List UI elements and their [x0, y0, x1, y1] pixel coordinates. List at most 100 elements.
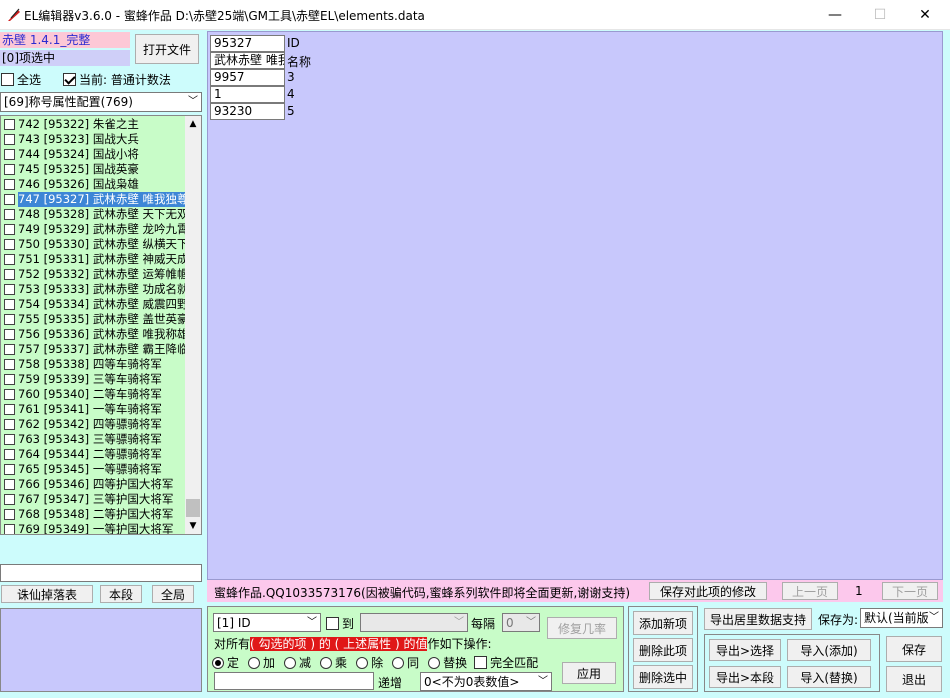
list-item-checkbox[interactable]: [4, 374, 15, 385]
list-item-checkbox[interactable]: [4, 344, 15, 355]
maximize-button[interactable]: ☐: [857, 0, 903, 30]
desc-prefix: 对所有: [214, 637, 251, 651]
list-item-label: 764 [95344] 二等骠骑将军: [18, 447, 162, 461]
list-item-checkbox[interactable]: [4, 509, 15, 520]
field-5[interactable]: 93230: [210, 103, 285, 120]
import-replace-button[interactable]: 导入(替换): [787, 666, 871, 688]
list-item-checkbox[interactable]: [4, 389, 15, 400]
list-item-checkbox[interactable]: [4, 284, 15, 295]
list-item-checkbox[interactable]: [4, 119, 15, 130]
list-item-label: 757 [95337] 武林赤壁 霸王降临: [18, 342, 189, 356]
chevron-down-icon: ﹀: [307, 617, 317, 628]
op-replace-radio[interactable]: [428, 656, 441, 669]
list-item-label: 760 [95340] 二等车骑将军: [18, 387, 162, 401]
to-select[interactable]: ﹀: [360, 613, 468, 632]
list-item-checkbox[interactable]: [4, 194, 15, 205]
list-item-checkbox[interactable]: [4, 299, 15, 310]
list-item-label: 766 [95346] 四等护国大将军: [18, 477, 174, 491]
export-section-button[interactable]: 导出>本段: [709, 666, 781, 688]
list-item-label: 748 [95328] 武林赤壁 天下无双: [18, 207, 189, 221]
select-all-box[interactable]: [1, 72, 14, 86]
increment-input[interactable]: [214, 672, 374, 690]
op-sub-radio[interactable]: [284, 656, 297, 669]
exit-button[interactable]: 退出: [886, 666, 942, 692]
list-item-checkbox[interactable]: [4, 149, 15, 160]
prev-page-button[interactable]: 上一页: [782, 582, 838, 600]
to-box[interactable]: [326, 617, 339, 630]
save-as-select[interactable]: 默认(当前版 ﹀: [860, 608, 943, 628]
current-notation-box[interactable]: [63, 72, 76, 86]
import-export-group: 导出>选择 导入(添加) 导出>本段 导入(替换): [704, 634, 880, 692]
list-item-checkbox[interactable]: [4, 524, 15, 534]
full-match-box[interactable]: [474, 656, 488, 669]
increment-select[interactable]: 0<不为0表数值> ﹀: [420, 672, 552, 691]
batch-field-select[interactable]: [1] ID ﹀: [213, 613, 321, 632]
op-add-radio[interactable]: [248, 656, 261, 669]
item-list[interactable]: 742 [95322] 朱雀之主 743 [95323] 国战大兵 744 [953…: [0, 115, 202, 535]
repair-rate-button[interactable]: 修复几率: [547, 617, 617, 639]
op-div-radio[interactable]: [356, 656, 369, 669]
save-button[interactable]: 保存: [886, 636, 942, 662]
field-3[interactable]: 9957: [210, 69, 285, 86]
op-same-radio[interactable]: [392, 656, 405, 669]
select-all-checkbox[interactable]: 全选: [1, 71, 41, 87]
status-text: 蜜蜂作品.QQ1033573176(因被骗代码,蜜蜂系列软件即将全面更新,谢谢支…: [214, 586, 631, 600]
list-item-label: 750 [95330] 武林赤壁 纵横天下: [18, 237, 189, 251]
export-support-button[interactable]: 导出居里数据支持: [704, 608, 812, 630]
global-button[interactable]: 全局: [152, 585, 194, 603]
chevron-down-icon: ﹀: [454, 617, 464, 628]
list-item-checkbox[interactable]: [4, 269, 15, 280]
current-notation-checkbox[interactable]: 当前: 普通计数法: [63, 71, 171, 87]
list-item-checkbox[interactable]: [4, 179, 15, 190]
list-item-checkbox[interactable]: [4, 239, 15, 250]
delete-this-button[interactable]: 删除此项: [633, 638, 693, 662]
chevron-down-icon: ﹀: [526, 617, 536, 628]
field-4[interactable]: 1: [210, 86, 285, 103]
interval-select[interactable]: 0 ﹀: [502, 613, 540, 632]
list-item-checkbox[interactable]: [4, 464, 15, 475]
list-item-checkbox[interactable]: [4, 404, 15, 415]
list-item-checkbox[interactable]: [4, 449, 15, 460]
list-item-checkbox[interactable]: [4, 479, 15, 490]
save-changes-button[interactable]: 保存对此项的修改: [649, 582, 767, 600]
category-select[interactable]: [69]称号属性配置(769) ﹀: [0, 92, 202, 112]
list-item-label: 767 [95347] 三等护国大将军: [18, 492, 174, 506]
list-scrollbar[interactable]: ▲ ▼: [185, 116, 201, 534]
apply-button[interactable]: 应用: [562, 662, 616, 684]
export-select-button[interactable]: 导出>选择: [709, 639, 781, 661]
op-set-label: 定: [227, 656, 240, 670]
scroll-down-icon[interactable]: ▼: [185, 518, 201, 534]
list-item-checkbox[interactable]: [4, 329, 15, 340]
drop-table-button[interactable]: 诛仙掉落表: [1, 585, 93, 603]
list-item-checkbox[interactable]: [4, 209, 15, 220]
list-item-checkbox[interactable]: [4, 434, 15, 445]
add-new-button[interactable]: 添加新项: [633, 611, 693, 635]
next-page-button[interactable]: 下一页: [882, 582, 938, 600]
scroll-up-icon[interactable]: ▲: [185, 116, 201, 132]
close-button[interactable]: ✕: [902, 0, 948, 30]
list-item-checkbox[interactable]: [4, 164, 15, 175]
field-name-label: 名称: [287, 55, 312, 69]
minimize-button[interactable]: —: [812, 0, 858, 30]
import-add-button[interactable]: 导入(添加): [787, 639, 871, 661]
list-item-checkbox[interactable]: [4, 419, 15, 430]
list-item-checkbox[interactable]: [4, 494, 15, 505]
search-input[interactable]: [0, 564, 202, 582]
list-item-checkbox[interactable]: [4, 359, 15, 370]
item-actions-group: 添加新项 删除此项 删除选中: [628, 606, 698, 692]
list-item-checkbox[interactable]: [4, 134, 15, 145]
this-section-button[interactable]: 本段: [100, 585, 142, 603]
page-number: 1: [855, 584, 863, 598]
to-checkbox[interactable]: 到: [326, 615, 354, 632]
delete-selected-button[interactable]: 删除选中: [633, 665, 693, 689]
list-item-label: 768 [95348] 二等护国大将军: [18, 507, 174, 521]
field-id[interactable]: 95327: [210, 35, 285, 52]
open-file-button[interactable]: 打开文件: [135, 34, 199, 64]
scroll-thumb[interactable]: [186, 499, 200, 517]
list-item-checkbox[interactable]: [4, 254, 15, 265]
op-set-radio[interactable]: [212, 656, 224, 669]
list-item-checkbox[interactable]: [4, 224, 15, 235]
list-item-checkbox[interactable]: [4, 314, 15, 325]
op-mul-radio[interactable]: [320, 656, 333, 669]
field-name[interactable]: 武林赤壁 唯我: [210, 52, 285, 69]
